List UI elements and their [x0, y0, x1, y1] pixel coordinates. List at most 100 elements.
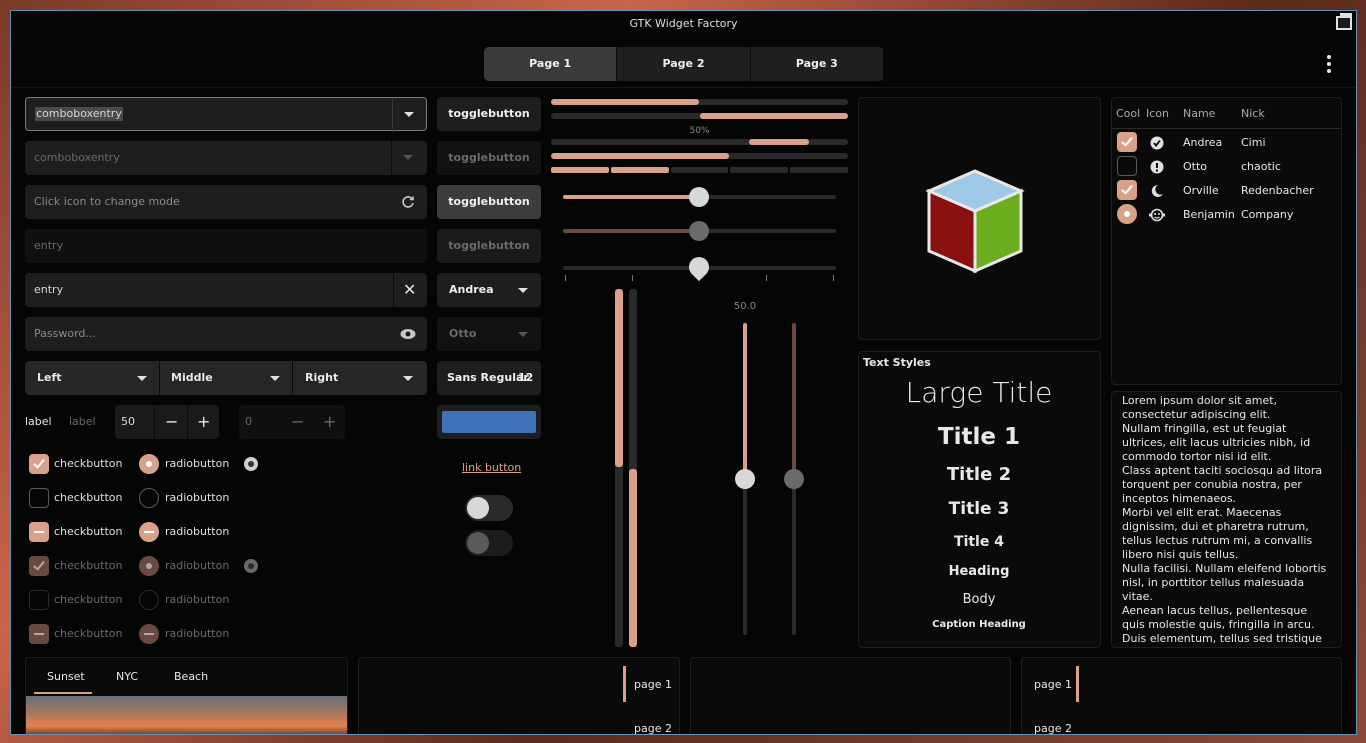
- spinbutton-value: 0: [245, 415, 252, 428]
- radiobutton-inconsistent[interactable]: [139, 522, 159, 542]
- tab-page-2[interactable]: Page 2: [617, 47, 751, 81]
- spinbutton-value[interactable]: 50: [121, 405, 135, 439]
- side-notebook-2: page 1 page 2: [1021, 657, 1342, 734]
- cool-check[interactable]: [1117, 180, 1137, 200]
- tab-page-2[interactable]: page 2: [634, 722, 672, 734]
- checkbutton-checked[interactable]: [29, 454, 49, 474]
- eye-icon[interactable]: [400, 328, 416, 340]
- column-header[interactable]: Cool: [1116, 107, 1140, 120]
- link-button[interactable]: link button: [462, 461, 521, 474]
- table-row[interactable]: Andrea Cimi: [1112, 131, 1341, 155]
- app-window: GTK Widget Factory Page 1 Page 2 Page 3 …: [10, 10, 1357, 735]
- checkbutton-inconsistent[interactable]: [29, 522, 49, 542]
- window-title: GTK Widget Factory: [629, 17, 738, 30]
- active-tab-indicator: [34, 692, 92, 694]
- plus-icon[interactable]: +: [197, 405, 210, 439]
- chevron-down-icon[interactable]: [403, 376, 413, 381]
- vscale-1-knob[interactable]: [735, 469, 755, 489]
- menu-kebab-icon[interactable]: [1321, 53, 1337, 75]
- togglebutton-active[interactable]: togglebutton: [437, 185, 541, 219]
- dropdown-left[interactable]: Left: [37, 361, 62, 395]
- table-row[interactable]: Benjamin Company: [1112, 203, 1341, 227]
- color-button[interactable]: [437, 405, 541, 439]
- refresh-icon[interactable]: [401, 195, 415, 209]
- hscale-1-knob[interactable]: [689, 187, 709, 207]
- chevron-down-icon[interactable]: [404, 112, 414, 117]
- level-bar: [551, 167, 848, 173]
- table-row[interactable]: Orville Redenbacher: [1112, 179, 1341, 203]
- chevron-down-icon[interactable]: [137, 376, 147, 381]
- cool-check[interactable]: [1117, 156, 1137, 176]
- combo-andrea-label: Andrea: [449, 283, 494, 296]
- radiobutton-label: radiobutton: [165, 491, 230, 504]
- font-button[interactable]: Sans Regular 12: [437, 361, 541, 395]
- combobox-entry[interactable]: comboboxentry: [25, 97, 427, 132]
- password-placeholder: Password...: [34, 327, 96, 340]
- tab-page-2[interactable]: page 2: [1034, 722, 1072, 734]
- checkbutton-label: checkbutton: [54, 491, 123, 504]
- title-1: Title 1: [937, 424, 1021, 450]
- hscale-2-knob: [689, 221, 709, 241]
- paragraph: Duis elementum, tellus sed tristique sem…: [1122, 632, 1322, 647]
- column-header[interactable]: Icon: [1146, 107, 1169, 120]
- radiobutton-unchecked-disabled: [139, 590, 159, 610]
- checkbutton-unchecked[interactable]: [29, 488, 49, 508]
- combo-otto-label: Otto: [449, 327, 477, 340]
- mode-entry-placeholder: Click icon to change mode: [34, 195, 180, 208]
- radio-no-label[interactable]: [244, 457, 258, 471]
- column-header[interactable]: Nick: [1241, 107, 1265, 120]
- chevron-down-icon[interactable]: [518, 288, 528, 293]
- hscale-3-knob[interactable]: [684, 252, 714, 282]
- togglebutton[interactable]: togglebutton: [437, 97, 541, 131]
- minus-icon[interactable]: −: [165, 405, 178, 439]
- label: label: [25, 415, 52, 428]
- checkbutton-checked-disabled: [29, 556, 49, 576]
- tab-page-1[interactable]: Page 1: [484, 47, 618, 81]
- entry-disabled: entry: [25, 229, 427, 263]
- clear-icon[interactable]: ✕: [403, 273, 416, 307]
- plus-icon: +: [323, 412, 337, 431]
- table-row[interactable]: Otto chaotic: [1112, 155, 1341, 179]
- spinbutton-disabled: 0 − +: [239, 405, 345, 439]
- text-view[interactable]: Lorem ipsum dolor sit amet, consectetur …: [1111, 391, 1342, 648]
- checkbutton-inconsistent-disabled: [29, 624, 49, 644]
- paragraph: Morbi vel elit erat. Maecenas dignissim,…: [1122, 506, 1313, 561]
- tab-beach[interactable]: Beach: [174, 670, 208, 683]
- row-nick: Redenbacher: [1241, 184, 1314, 197]
- tab-page-1[interactable]: page 1: [634, 678, 672, 691]
- togglebutton-active-disabled: togglebutton: [437, 229, 541, 263]
- combo-andrea[interactable]: Andrea: [437, 273, 541, 307]
- spinbutton[interactable]: 50 − +: [115, 405, 219, 439]
- cool-radio[interactable]: [1117, 204, 1137, 224]
- vscale-value: 50.0: [733, 301, 757, 312]
- hscale-mark: [766, 275, 767, 281]
- entry-text[interactable]: entry: [34, 273, 63, 307]
- row-name: Benjamin: [1183, 208, 1235, 221]
- row-nick: Cimi: [1241, 136, 1266, 149]
- mode-entry[interactable]: Click icon to change mode: [25, 185, 427, 219]
- radiobutton-checked[interactable]: [139, 454, 159, 474]
- cool-check[interactable]: [1117, 132, 1137, 152]
- entry-field[interactable]: entry ✕: [25, 273, 427, 307]
- switch-1[interactable]: [465, 495, 513, 521]
- color-swatch: [442, 411, 536, 433]
- dropdown-middle[interactable]: Middle: [171, 361, 213, 395]
- dropdown-right[interactable]: Right: [305, 361, 338, 395]
- combobox-entry-disabled: comboboxentry: [25, 141, 427, 175]
- combobox-entry-text[interactable]: comboboxentry: [35, 107, 123, 121]
- tab-page-1[interactable]: page 1: [1034, 678, 1072, 691]
- maximize-icon[interactable]: [1336, 13, 1352, 30]
- page-switcher: Page 1 Page 2 Page 3: [484, 47, 884, 81]
- gtk-logo-icon: [925, 169, 1025, 274]
- password-field[interactable]: Password...: [25, 317, 427, 351]
- large-title: Large Title: [905, 376, 1053, 409]
- chevron-down-icon[interactable]: [270, 376, 280, 381]
- radiobutton-checked-disabled: [139, 556, 159, 576]
- column-header[interactable]: Name: [1183, 107, 1215, 120]
- tab-page-3[interactable]: Page 3: [751, 47, 884, 81]
- tab-nyc[interactable]: NYC: [116, 670, 138, 683]
- checkbutton-label: checkbutton: [54, 559, 123, 572]
- radiobutton-label: radiobutton: [165, 559, 230, 572]
- tab-sunset[interactable]: Sunset: [47, 670, 85, 683]
- radiobutton-unchecked[interactable]: [139, 488, 159, 508]
